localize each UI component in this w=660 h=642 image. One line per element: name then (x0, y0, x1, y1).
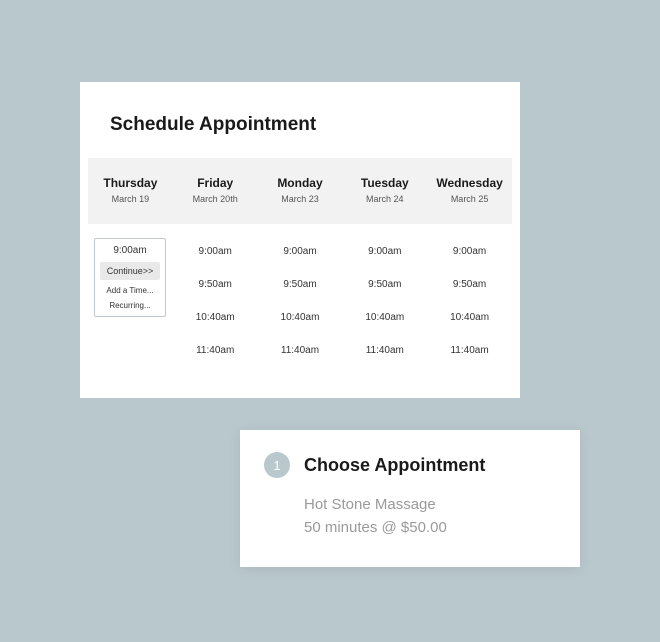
continue-button[interactable]: Continue>> (100, 262, 160, 280)
scheduler-card: Schedule Appointment Thursday March 19 F… (80, 82, 520, 398)
day-name: Monday (258, 176, 343, 190)
day-date: March 23 (258, 194, 343, 204)
day-header-row: Thursday March 19 Friday March 20th Mond… (88, 158, 512, 224)
day-header-friday[interactable]: Friday March 20th (173, 176, 258, 204)
time-column-wednesday: 9:00am 9:50am 10:40am 11:40am (427, 244, 512, 358)
appointment-title: Choose Appointment (304, 455, 485, 476)
appointment-card: 1 Choose Appointment Hot Stone Massage 5… (240, 430, 580, 567)
appointment-duration-price: 50 minutes @ $50.00 (304, 517, 556, 540)
time-slot[interactable]: 9:50am (364, 277, 405, 292)
time-slot[interactable]: 9:00am (279, 244, 320, 259)
appointment-service: Hot Stone Massage (304, 494, 556, 517)
appointment-header: 1 Choose Appointment (264, 452, 556, 478)
time-grid: 9:00am Continue>> Add a Time... Recurrin… (88, 224, 512, 358)
scheduler-title: Schedule Appointment (110, 114, 520, 136)
time-slot[interactable]: 9:00am (195, 244, 236, 259)
day-header-wednesday[interactable]: Wednesday March 25 (427, 176, 512, 204)
time-column-friday: 9:00am 9:50am 10:40am 11:40am (173, 244, 258, 358)
time-slot[interactable]: 10:40am (277, 310, 324, 325)
day-date: March 24 (342, 194, 427, 204)
time-slot[interactable]: 9:00am (364, 244, 405, 259)
time-slot[interactable]: 10:40am (192, 310, 239, 325)
day-name: Friday (173, 176, 258, 190)
add-time-button[interactable]: Add a Time... (95, 286, 165, 295)
time-slot[interactable]: 9:50am (449, 277, 490, 292)
popover-selected-time: 9:00am (95, 245, 165, 256)
time-slot[interactable]: 11:40am (277, 343, 323, 358)
time-slot[interactable]: 11:40am (192, 343, 238, 358)
recurring-button[interactable]: Recurring... (95, 301, 165, 310)
day-date: March 20th (173, 194, 258, 204)
day-header-monday[interactable]: Monday March 23 (258, 176, 343, 204)
time-slot[interactable]: 10:40am (361, 310, 408, 325)
day-name: Wednesday (427, 176, 512, 190)
time-column-monday: 9:00am 9:50am 10:40am 11:40am (258, 244, 343, 358)
time-column-tuesday: 9:00am 9:50am 10:40am 11:40am (342, 244, 427, 358)
time-slot-popover: 9:00am Continue>> Add a Time... Recurrin… (94, 238, 166, 317)
step-number-badge: 1 (264, 452, 290, 478)
day-date: March 25 (427, 194, 512, 204)
time-slot[interactable]: 9:00am (449, 244, 490, 259)
time-slot[interactable]: 10:40am (446, 310, 493, 325)
time-slot[interactable]: 9:50am (279, 277, 320, 292)
time-slot[interactable]: 9:50am (195, 277, 236, 292)
day-name: Thursday (88, 176, 173, 190)
appointment-details: Hot Stone Massage 50 minutes @ $50.00 (304, 494, 556, 539)
day-date: March 19 (88, 194, 173, 204)
day-name: Tuesday (342, 176, 427, 190)
day-header-thursday[interactable]: Thursday March 19 (88, 176, 173, 204)
time-slot[interactable]: 11:40am (446, 343, 492, 358)
time-slot[interactable]: 11:40am (362, 343, 408, 358)
day-header-tuesday[interactable]: Tuesday March 24 (342, 176, 427, 204)
